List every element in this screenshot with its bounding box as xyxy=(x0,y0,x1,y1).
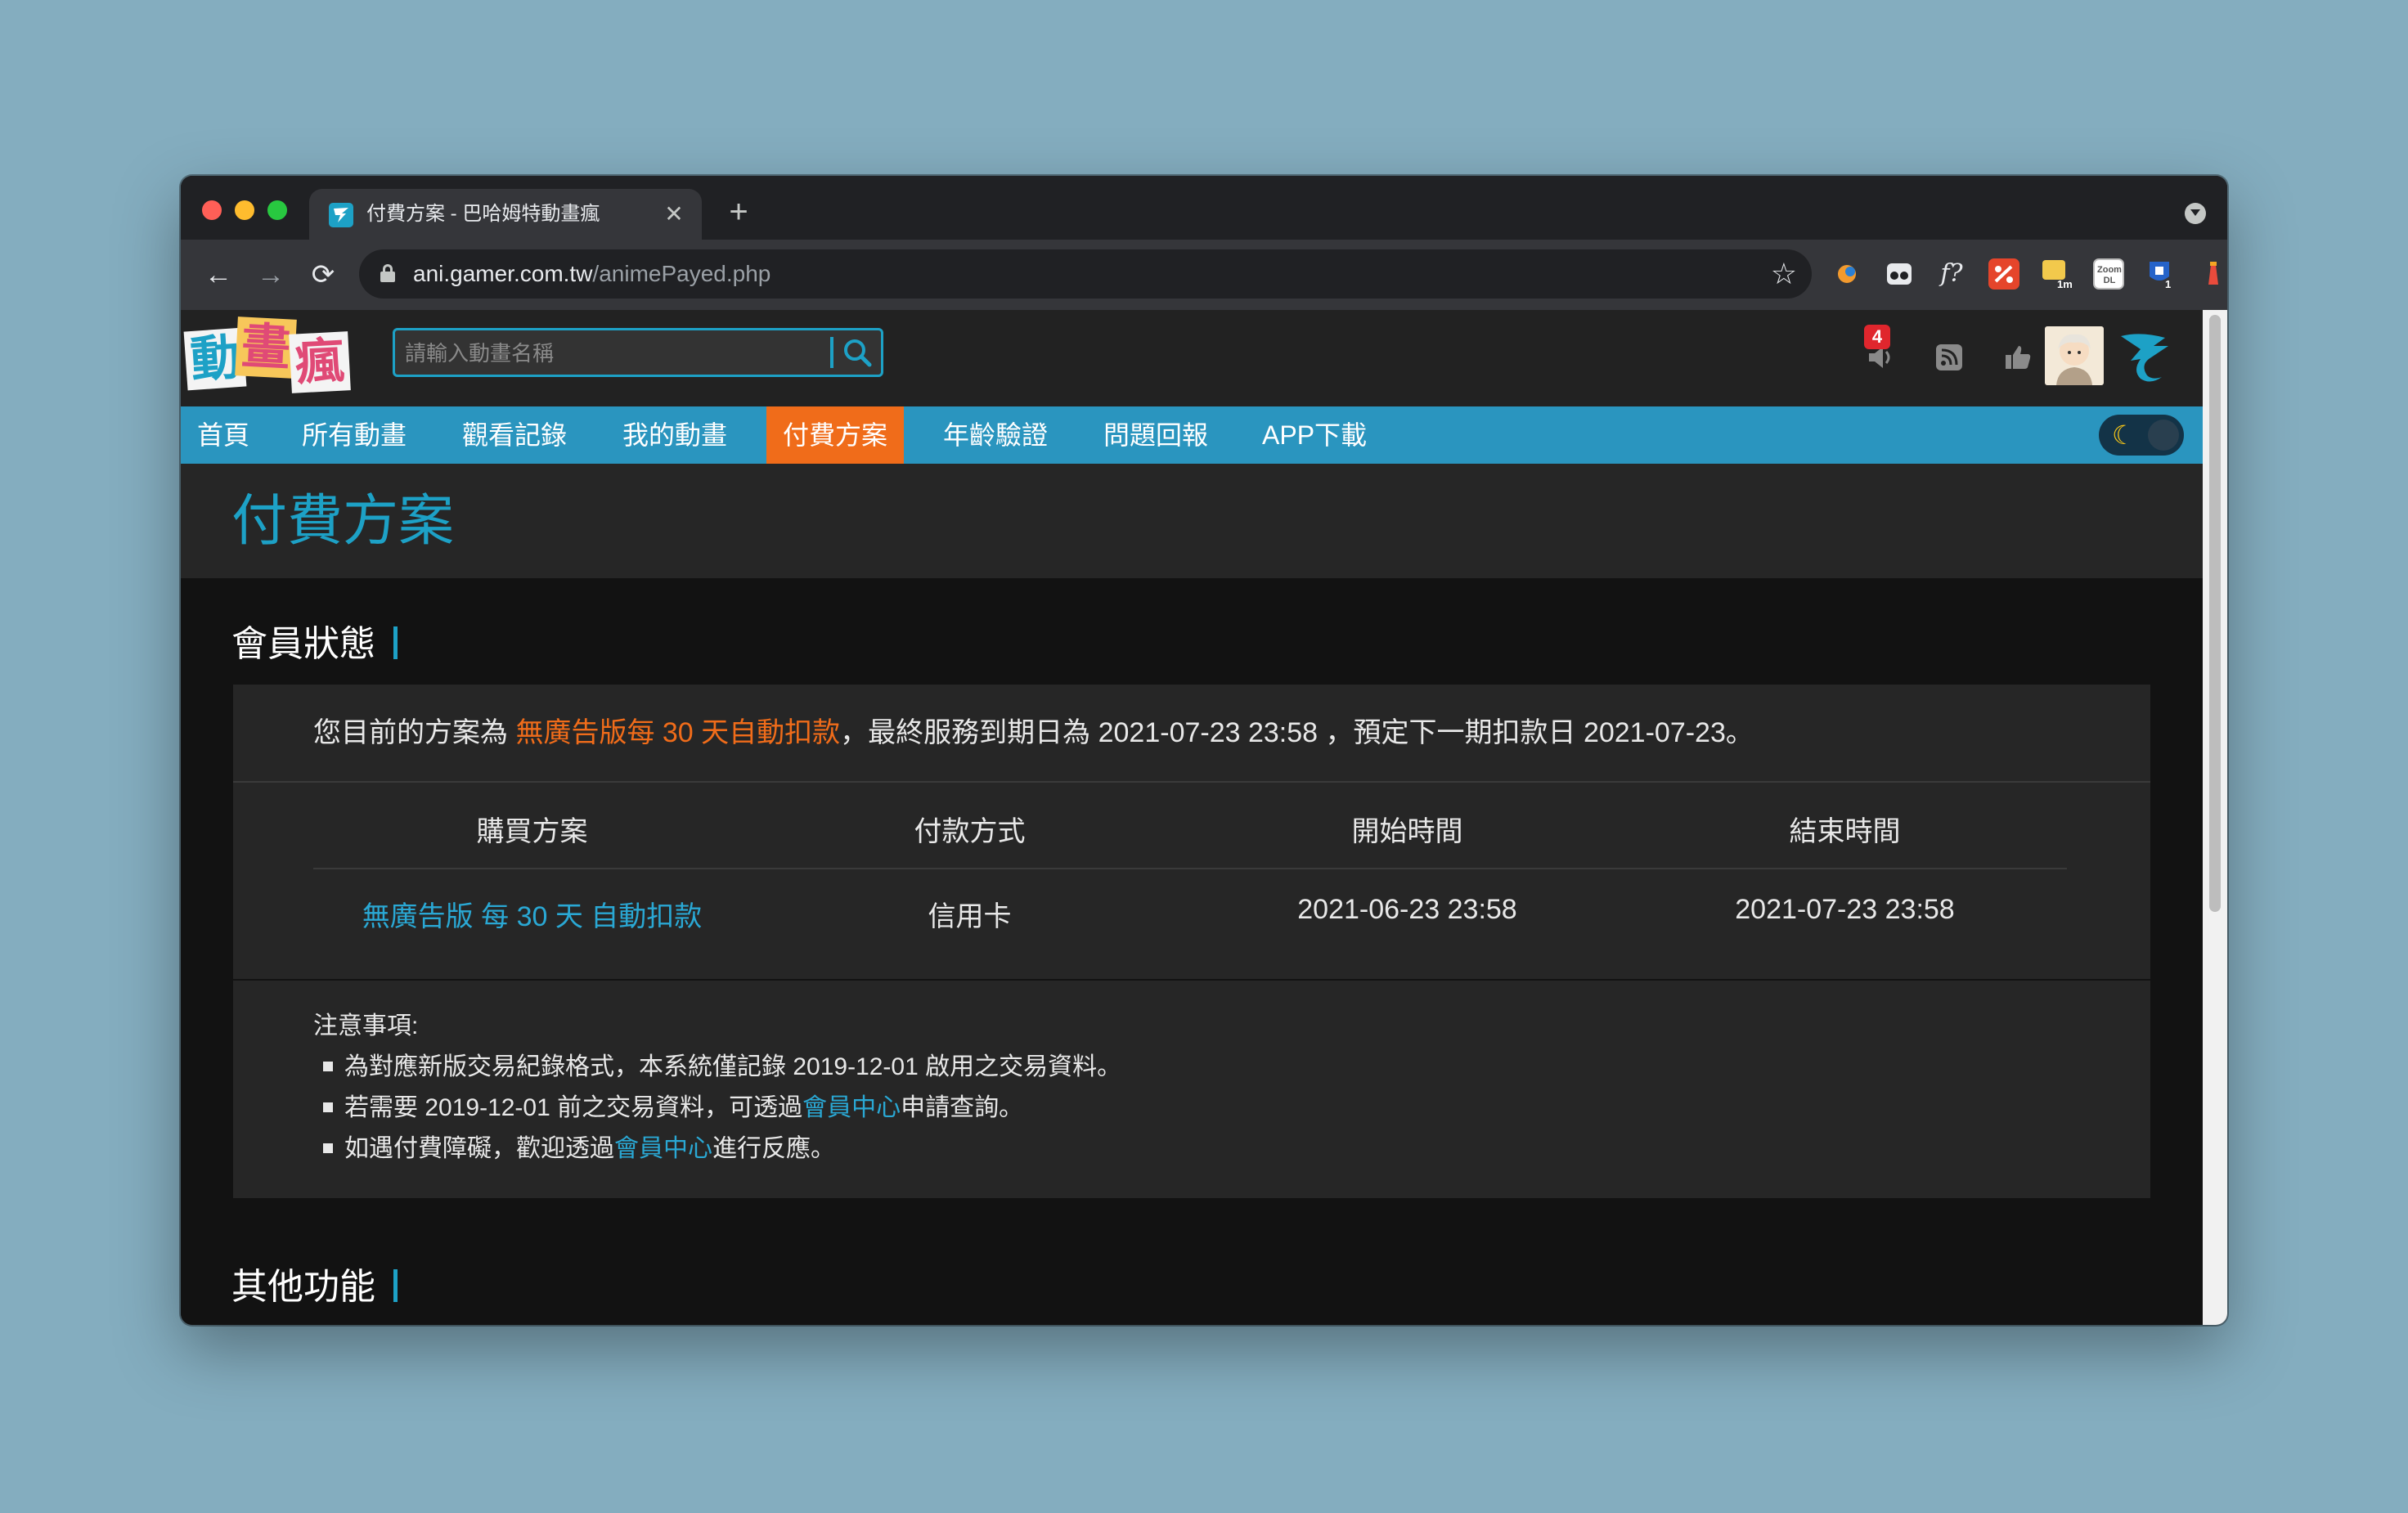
page-title: 付費方案 xyxy=(231,490,455,552)
note-item: 如遇付費障礙，歡迎透過會員中心進行反應。 xyxy=(313,1128,835,1164)
header-end: 結束時間 xyxy=(1789,816,1901,847)
row-start: 2021-06-23 23:58 xyxy=(1297,894,1517,925)
web-page: 動 畫 瘋 4 xyxy=(181,310,2203,1325)
close-window-button[interactable] xyxy=(202,200,222,220)
reload-icon[interactable]: ⟳ xyxy=(303,255,343,294)
page-scrollbar[interactable] xyxy=(2203,310,2227,1325)
title-band: 付費方案 xyxy=(181,464,2203,578)
nav-all-anime[interactable]: 所有動畫 xyxy=(285,406,423,464)
table-divider xyxy=(313,868,2067,869)
row-end: 2021-07-23 23:58 xyxy=(1735,894,1955,925)
bahamut-dragon-icon[interactable] xyxy=(2116,326,2175,385)
notes-title: 注意事項: xyxy=(313,1012,419,1039)
member-status-heading: 會員狀態 xyxy=(231,614,398,667)
header-plan: 購買方案 xyxy=(476,816,588,847)
current-plan-name: 無廣告版每 30 天自動扣款 xyxy=(515,717,841,748)
url-text[interactable]: ani.gamer.com.tw/animePayed.php xyxy=(413,249,770,299)
notification-count-badge: 4 xyxy=(1864,325,1890,349)
nav-report-issue[interactable]: 問題回報 xyxy=(1087,406,1224,464)
row-plan-link[interactable]: 無廣告版 每 30 天 自動扣款 xyxy=(313,894,751,934)
forward-arrow-icon[interactable]: → xyxy=(251,255,290,294)
tab-search-icon[interactable] xyxy=(2185,203,2206,224)
note-item: 若需要 2019-12-01 前之交易資料，可透過會員中心申請查詢。 xyxy=(313,1087,1023,1123)
member-status-panel: 您目前的方案為 無廣告版每 30 天自動扣款，最終服務到期日為 2021-07-… xyxy=(233,685,2150,979)
browser-toolbar: ← → ⟳ ani.gamer.com.tw/animePayed.php ☆ … xyxy=(181,240,2227,310)
logo-char-2: 畫 xyxy=(235,317,297,379)
extension-timer-icon[interactable]: 1m xyxy=(2041,258,2073,290)
tab-strip: 付費方案 - 巴哈姆特動畫瘋 ✕ + xyxy=(181,176,2227,240)
anime-search-input[interactable] xyxy=(403,330,824,376)
header-start: 開始時間 xyxy=(1351,816,1463,847)
nav-watch-history[interactable]: 觀看記錄 xyxy=(446,406,583,464)
member-center-link[interactable]: 會員中心 xyxy=(614,1135,712,1162)
header-payment: 付款方式 xyxy=(914,816,1026,847)
extension-shield-icon[interactable]: 1 xyxy=(2145,258,2177,290)
member-center-link[interactable]: 會員中心 xyxy=(802,1094,901,1121)
extension-lighthouse-icon[interactable] xyxy=(2198,258,2227,290)
bookmark-star-icon[interactable]: ☆ xyxy=(1771,258,1797,290)
new-tab-button[interactable]: + xyxy=(721,194,757,230)
thumbs-up-icon[interactable] xyxy=(2001,341,2034,374)
site-logo[interactable]: 動 畫 瘋 xyxy=(183,317,357,400)
nav-home[interactable]: 首頁 xyxy=(181,406,266,464)
nav-age-verify[interactable]: 年齡驗證 xyxy=(927,406,1064,464)
tab-close-icon[interactable]: ✕ xyxy=(661,201,687,227)
extension-zoom-dl-icon[interactable]: Zoom DL xyxy=(2093,258,2124,290)
toggle-knob xyxy=(2148,420,2179,451)
search-divider xyxy=(830,337,833,368)
logo-char-3: 瘋 xyxy=(289,331,351,393)
rss-icon[interactable] xyxy=(1933,341,1965,374)
browser-tab-active[interactable]: 付費方案 - 巴哈姆特動畫瘋 ✕ xyxy=(309,189,702,240)
nav-my-anime[interactable]: 我的動畫 xyxy=(606,406,744,464)
moon-icon: ☾ xyxy=(2112,420,2136,450)
lock-icon xyxy=(380,264,395,282)
site-favicon-icon xyxy=(329,203,353,227)
extension-glasses-icon[interactable] xyxy=(1884,258,1915,290)
back-arrow-icon[interactable]: ← xyxy=(199,255,238,294)
panel-divider xyxy=(233,781,2150,783)
nav-app-download[interactable]: APP下載 xyxy=(1246,406,1383,464)
current-plan-text: 您目前的方案為 無廣告版每 30 天自動扣款，最終服務到期日為 2021-07-… xyxy=(313,717,1754,748)
site-header: 動 畫 瘋 4 xyxy=(181,310,2203,406)
extension-formula-icon[interactable]: f? xyxy=(1936,258,1967,290)
other-functions-heading: 其他功能 xyxy=(231,1257,398,1309)
note-item: 為對應新版交易紀錄格式，本系統僅記錄 2019-12-01 啟用之交易資料。 xyxy=(313,1046,1121,1082)
nav-paid-plan[interactable]: 付費方案 xyxy=(766,406,905,464)
search-icon[interactable] xyxy=(840,335,874,370)
browser-window: 付費方案 - 巴哈姆特動畫瘋 ✕ + ← → ⟳ ani.gamer.com.t… xyxy=(181,176,2227,1325)
row-payment: 信用卡 xyxy=(928,901,1012,932)
notes-panel: 注意事項: 為對應新版交易紀錄格式，本系統僅記錄 2019-12-01 啟用之交… xyxy=(233,981,2150,1198)
extension-red-icon[interactable] xyxy=(1988,258,2019,290)
address-bar[interactable]: ani.gamer.com.tw/animePayed.php ☆ xyxy=(359,249,1812,299)
tab-title: 付費方案 - 巴哈姆特動畫瘋 xyxy=(366,203,600,225)
maximize-window-button[interactable] xyxy=(267,200,287,220)
scrollbar-thumb[interactable] xyxy=(2209,315,2221,912)
minimize-window-button[interactable] xyxy=(235,200,254,220)
anime-search-box xyxy=(393,328,883,377)
dark-mode-toggle[interactable]: ☾ xyxy=(2099,415,2184,456)
main-nav: 首頁 所有動畫 觀看記錄 我的動畫 付費方案 年齡驗證 問題回報 APP下載 ☾ xyxy=(181,406,2203,464)
user-avatar[interactable] xyxy=(2045,326,2104,385)
extension-flame-icon[interactable] xyxy=(1831,258,1862,290)
